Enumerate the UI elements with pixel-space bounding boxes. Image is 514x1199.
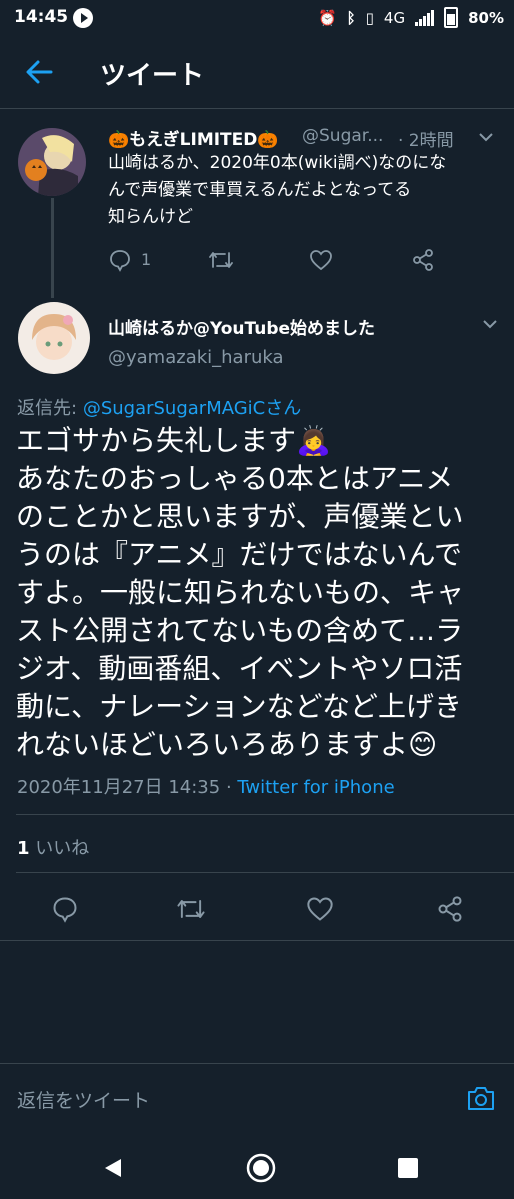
author-avatar[interactable] bbox=[18, 302, 90, 374]
battery-percent: 80% bbox=[468, 8, 504, 27]
tweet-text: エゴサから失礼します🙇‍♀️ あなたのおっしゃる0本とはアニメ のことかと思いま… bbox=[16, 422, 500, 764]
likes-stat[interactable]: 1 いいね bbox=[17, 834, 89, 860]
tweet-line: 動に、ナレーションなどなど上げき bbox=[16, 690, 463, 723]
tweet-line: のことかと思いますが、声優業とい bbox=[16, 500, 464, 533]
tweet-line: スト公開されてないもの含めて…ラ bbox=[16, 614, 464, 647]
nav-recents-icon[interactable] bbox=[398, 1158, 418, 1178]
divider bbox=[16, 872, 514, 873]
share-icon[interactable] bbox=[411, 248, 435, 272]
tweet-timestamp[interactable]: 2020年11月27日 14:35 bbox=[17, 777, 220, 798]
reply-count: 1 bbox=[141, 250, 152, 269]
tweet-line: れないほどいろいろありますよ😊 bbox=[16, 728, 438, 761]
status-icons: ⏰ ᛒ ▯ 4G 80% bbox=[318, 7, 504, 28]
thread-connector-line bbox=[51, 198, 54, 298]
retweet-icon[interactable] bbox=[175, 895, 207, 923]
reply-composer[interactable]: 返信をツイート bbox=[0, 1064, 514, 1136]
author-handle[interactable]: @yamazaki_haruka bbox=[108, 347, 284, 368]
parent-tweet-line: 知らんけど bbox=[108, 207, 193, 227]
reply-input[interactable]: 返信をツイート bbox=[17, 1086, 150, 1113]
reply-to-label: 返信先: bbox=[17, 398, 78, 419]
network-type: 4G bbox=[383, 8, 406, 27]
camera-icon[interactable] bbox=[466, 1084, 496, 1112]
status-bar: 14:45 ⏰ ᛒ ▯ 4G 80% bbox=[0, 0, 514, 36]
parent-tweet-text: 山崎はるか、2020年0本(wiki調べ)なのにな んで声優業で車買えるんだよと… bbox=[108, 150, 496, 231]
tweet-line: ジオ、動画番組、イベントやソロ活 bbox=[16, 652, 463, 685]
reply-icon[interactable] bbox=[108, 248, 132, 272]
like-icon[interactable] bbox=[309, 248, 333, 272]
signal-icon bbox=[415, 9, 435, 26]
tweet-source-link[interactable]: Twitter for iPhone bbox=[237, 777, 394, 798]
divider bbox=[16, 814, 514, 815]
status-time: 14:45 bbox=[14, 7, 69, 27]
tweet-meta: 2020年11月27日 14:35 · Twitter for iPhone bbox=[17, 773, 395, 799]
retweet-icon[interactable] bbox=[207, 248, 235, 272]
likes-label: いいね bbox=[35, 838, 90, 859]
reply-to-line: 返信先: @SugarSugarMAGiCさん bbox=[17, 394, 301, 420]
divider bbox=[0, 940, 514, 941]
like-icon[interactable] bbox=[306, 895, 334, 923]
likes-count: 1 bbox=[17, 838, 30, 859]
system-nav-bar bbox=[0, 1136, 514, 1199]
chevron-down-icon[interactable] bbox=[478, 131, 494, 143]
meta-separator: · bbox=[220, 777, 238, 798]
tweet-line: うのは『アニメ』だけではないんで bbox=[16, 538, 463, 571]
nav-home-icon[interactable] bbox=[245, 1152, 277, 1184]
parent-avatar[interactable] bbox=[18, 128, 86, 196]
chevron-down-icon[interactable] bbox=[482, 318, 498, 330]
reply-icon[interactable] bbox=[51, 895, 79, 923]
parent-tweet-time: · 2時間 bbox=[398, 131, 454, 151]
battery-icon bbox=[444, 7, 459, 28]
arrow-left-icon[interactable] bbox=[24, 58, 54, 86]
reply-to-handle-link[interactable]: @SugarSugarMAGiCさん bbox=[83, 398, 301, 419]
alarm-icon: ⏰ bbox=[317, 8, 337, 27]
page-title: ツイート bbox=[100, 61, 205, 91]
youtube-notification-icon bbox=[73, 8, 93, 28]
parent-author-name[interactable]: 🎃もえぎLIMITED🎃 bbox=[108, 125, 279, 150]
app-header: ツイート bbox=[0, 36, 514, 109]
parent-author-handle[interactable]: @Sugar... bbox=[302, 126, 383, 146]
nav-back-icon[interactable] bbox=[102, 1157, 124, 1179]
share-icon[interactable] bbox=[436, 895, 464, 923]
tweet-line: あなたのおっしゃる0本とはアニメ bbox=[16, 462, 454, 495]
tweet-line: エゴサから失礼します🙇‍♀️ bbox=[16, 424, 331, 457]
vibrate-icon: ▯ bbox=[365, 8, 374, 27]
author-name[interactable]: 山崎はるか@YouTube始めました bbox=[108, 314, 375, 339]
tweet-line: すよ。一般に知られないもの、キャ bbox=[16, 576, 465, 609]
parent-tweet-actions: 1 bbox=[108, 245, 438, 275]
parent-tweet-line: 山崎はるか、2020年0本(wiki調べ)なのにな bbox=[108, 153, 447, 173]
bluetooth-icon: ᛒ bbox=[346, 8, 356, 27]
parent-tweet-line: んで声優業で車買えるんだよとなってる bbox=[108, 180, 412, 200]
